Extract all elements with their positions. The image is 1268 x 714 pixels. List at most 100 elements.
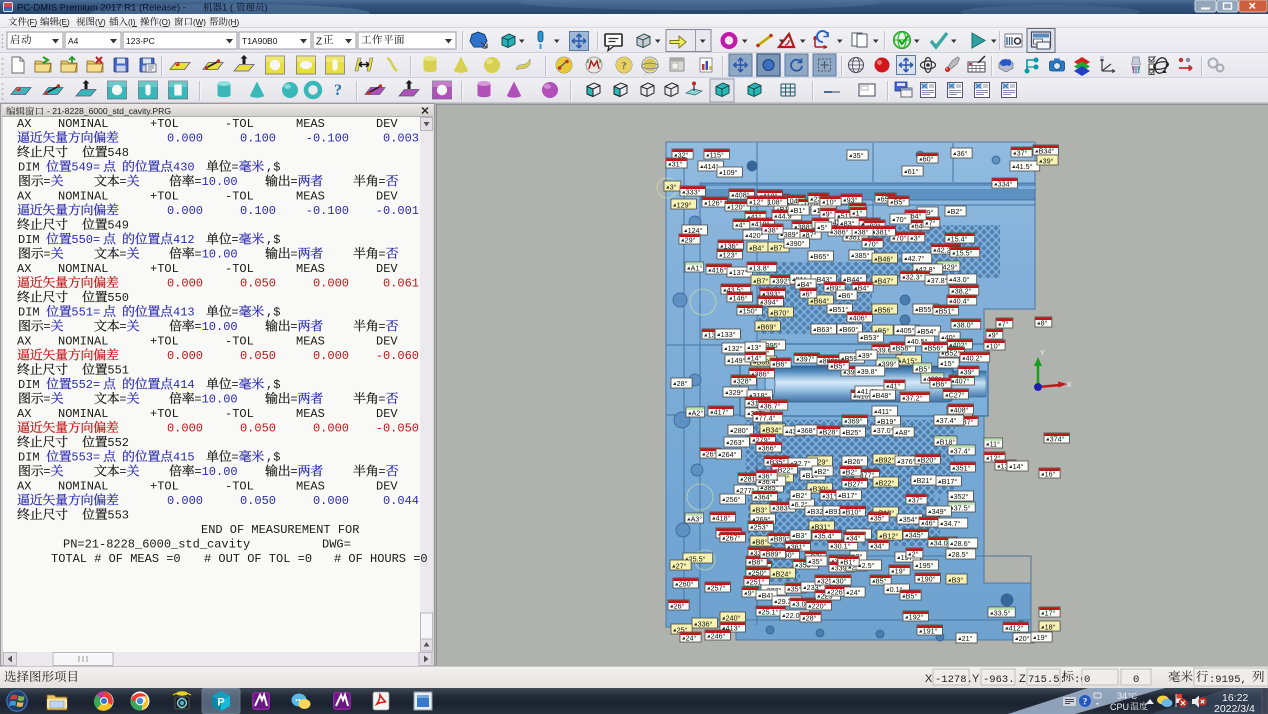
svg-text:41.5°: 41.5° [1016,162,1033,171]
svg-text:1°: 1° [856,209,863,218]
svg-text:B56°: B56° [928,344,944,353]
svg-text:0: 0 [1133,674,1139,686]
svg-text:?: ? [1083,697,1088,707]
svg-text:B2°: B2° [846,468,858,477]
svg-text:DIM: DIM [18,378,40,392]
svg-text:?: ? [334,82,342,99]
svg-text:412: 412 [173,233,195,247]
svg-text:70°: 70° [896,215,907,224]
svg-text:37.2°: 37.2° [906,394,923,403]
svg-text:B34°: B34° [766,426,782,435]
svg-text:2°: 2° [912,550,919,559]
svg-text:X: X [1067,382,1072,389]
svg-text:=: = [194,320,201,334]
svg-text:8°: 8° [1041,319,1048,328]
svg-text:37.8°: 37.8° [931,276,948,285]
svg-text:+TOL: +TOL [150,407,179,421]
svg-text:9°: 9° [992,331,999,340]
svg-text:AX: AX [17,407,31,421]
svg-text:-0.050: -0.050 [376,422,419,436]
svg-text:411°: 411° [878,407,892,416]
svg-text:64°: 64° [911,212,922,221]
svg-text:253°: 253° [754,523,769,532]
svg-text:551=: 551= [71,306,100,320]
svg-text:7°: 7° [1002,320,1009,329]
svg-text:280°: 280° [734,426,749,435]
svg-text:195°: 195° [919,561,934,570]
svg-text:MEAS: MEAS [296,480,325,494]
svg-text:B92°: B92° [879,456,895,465]
svg-text:386°: 386° [755,370,770,379]
svg-text:374°: 374° [1050,435,1065,444]
svg-text:61°: 61° [908,167,919,176]
svg-text:=: = [119,248,126,262]
svg-text:B48°: B48° [876,391,892,400]
svg-text:A3°: A3° [691,515,703,524]
svg-text:3°: 3° [914,234,921,243]
svg-text:=: = [43,465,50,479]
svg-text:38°: 38° [768,226,779,235]
svg-text:0.000: 0.000 [167,277,203,291]
svg-text:414°: 414° [704,162,719,171]
svg-text:=: = [231,451,238,465]
svg-text:B27°: B27° [848,480,864,489]
svg-text:263°: 263° [730,438,745,447]
svg-text:NOMINAL: NOMINAL [58,407,108,421]
svg-text:267°: 267° [726,534,741,543]
svg-text:10.00: 10.00 [202,393,238,407]
svg-text::9195,: :9195, [1209,674,1247,686]
svg-text:37.0°: 37.0° [877,426,894,435]
svg-text:B28°: B28° [823,428,839,437]
svg-text:DIM: DIM [18,451,40,465]
svg-text:108°: 108° [768,198,783,207]
svg-text:13°: 13° [751,343,762,352]
svg-text:B1°: B1° [794,206,806,215]
svg-text:DEV: DEV [376,407,398,421]
svg-text:=: = [119,320,126,334]
svg-text:=: = [43,393,50,407]
svg-text:?: ? [621,60,627,72]
svg-text:240°: 240° [726,614,741,623]
svg-text:146°: 146° [733,294,748,303]
svg-text:390°: 390° [790,239,805,248]
svg-text:DIM: DIM [18,233,40,247]
svg-text:B1°: B1° [844,558,856,567]
svg-text:334°: 334° [998,180,1013,189]
svg-text:=: = [378,393,385,407]
svg-text:=: = [378,248,385,262]
svg-text:0.000: 0.000 [167,204,203,218]
svg-text:418°: 418° [716,514,731,523]
svg-text:Y: Y [1040,350,1045,357]
svg-text:B3°: B3° [796,531,808,540]
svg-text:414: 414 [173,378,195,392]
svg-text:=: = [194,465,201,479]
svg-text:3°: 3° [670,183,677,192]
svg-text:417°: 417° [714,408,729,417]
svg-text:=: = [231,233,238,247]
svg-text:77.4°: 77.4° [759,414,776,423]
svg-text:429°: 429° [943,263,958,272]
svg-text:B7°: B7° [757,277,769,286]
svg-text:,$: ,$ [266,161,280,175]
svg-text:-0.060: -0.060 [376,349,419,363]
svg-text:412°: 412° [1009,624,1024,633]
svg-text:0.000: 0.000 [167,422,203,436]
svg-text:B10°: B10° [846,508,862,517]
svg-text:0.100: 0.100 [240,204,276,218]
svg-text:14°: 14° [751,354,762,363]
svg-text:33.5°: 33.5° [994,609,1011,618]
svg-text:,$: ,$ [266,306,280,320]
svg-text:552: 552 [107,436,129,450]
svg-text:0.000: 0.000 [313,277,349,291]
svg-text:39°: 39° [862,351,873,360]
svg-text:-0.100: -0.100 [306,132,349,146]
svg-text:25.1°: 25.1° [762,608,779,617]
svg-text:37.4°: 37.4° [940,416,957,425]
svg-text:B26°: B26° [848,457,864,466]
svg-text:=: = [231,306,238,320]
svg-text:B55°: B55° [919,305,935,314]
svg-text:P: P [217,697,224,709]
svg-text:264°: 264° [722,450,737,459]
svg-text:,$: ,$ [266,451,280,465]
svg-text:DEV: DEV [376,117,398,131]
